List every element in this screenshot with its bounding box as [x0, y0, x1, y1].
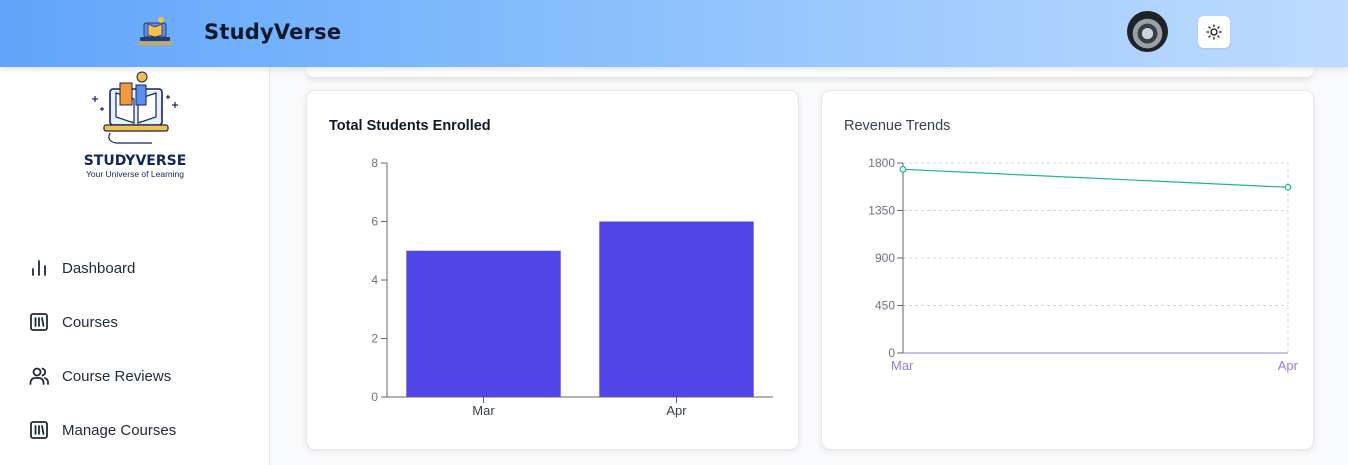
x-tick-label: Apr: [1278, 358, 1299, 373]
x-tick-label: Mar: [891, 358, 914, 373]
sidebar-item-dashboard[interactable]: Dashboard: [28, 255, 135, 281]
series-line: [902, 168, 1289, 188]
revenue-line-chart: 045090013501800Mar Apr: [868, 156, 1299, 373]
x-tick-label: Mar: [472, 403, 495, 418]
y-tick-label: 1350: [868, 204, 895, 218]
bar: [599, 221, 754, 397]
previous-card-edge: [306, 67, 1314, 77]
y-tick-label: 4: [371, 273, 378, 287]
sidebar-item-manage-courses[interactable]: Manage Courses: [28, 417, 176, 443]
library-icon: [30, 313, 48, 331]
bar: [406, 250, 561, 397]
y-tick-label: 6: [371, 215, 378, 229]
users-icon: [29, 367, 49, 385]
data-point: [899, 165, 907, 173]
sidebar-item-courses[interactable]: Courses: [28, 309, 118, 335]
students-enrolled-card: Total Students Enrolled 0 2 4 6 8 Mar Apr: [306, 90, 799, 450]
y-tick-label: 450: [875, 299, 895, 313]
studyverse-logo-icon[interactable]: [86, 69, 186, 159]
y-tick-label: 1800: [868, 156, 895, 170]
brand-tagline: Your Universe of Learning: [86, 169, 184, 179]
library-icon: [30, 421, 48, 439]
sidebar-item-label: Courses: [62, 313, 118, 331]
x-tick-label: Apr: [666, 403, 687, 418]
revenue-trends-card: Revenue Trends 0 450 900 1350 1800 Mar Apr: [821, 90, 1314, 450]
data-point: [1284, 183, 1292, 191]
sidebar-item-label: Dashboard: [62, 259, 136, 277]
students-bar-chart: 0 2 4 6 8 Mar Apr: [371, 156, 773, 418]
y-tick-label: 0: [371, 390, 378, 404]
sun-icon: [1206, 24, 1222, 40]
y-tick-label: 8: [371, 156, 378, 170]
top-header: StudyVerse: [0, 0, 1348, 67]
user-avatar[interactable]: [1127, 11, 1168, 52]
brand-name: STUDYVERSE: [83, 153, 187, 169]
bar-chart-icon: [32, 260, 46, 276]
book-laptop-logo-icon[interactable]: [136, 15, 174, 49]
y-tick-label: 900: [875, 251, 895, 265]
y-tick-label: 2: [371, 332, 378, 346]
sidebar: STUDYVERSE Your Universe of Learning Das…: [0, 67, 270, 465]
sidebar-item-label: Manage Courses: [62, 421, 177, 439]
sidebar-item-course-reviews[interactable]: Course Reviews: [28, 363, 171, 389]
app-title: StudyVerse: [204, 20, 342, 44]
theme-toggle-button[interactable]: [1198, 16, 1230, 48]
sidebar-item-label: Course Reviews: [62, 367, 172, 385]
